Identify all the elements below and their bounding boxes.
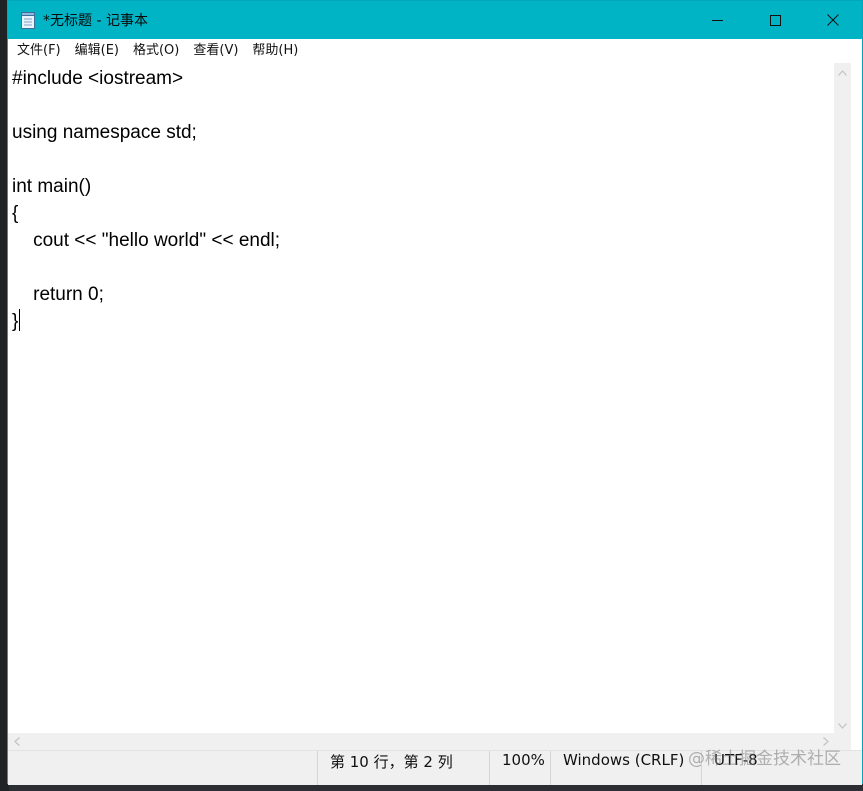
code-line: int main() [12,176,92,197]
menu-help[interactable]: 帮助(H) [245,39,305,63]
menu-file[interactable]: 文件(F) [10,39,68,63]
chevron-left-icon [13,733,20,751]
window-title: *无标题 - 记事本 [43,13,148,29]
status-cursor-position: 第 10 行，第 2 列 [317,751,489,785]
text-editor[interactable]: #include <iostream> using namespace std;… [8,63,834,733]
menu-bar: 文件(F) 编辑(E) 格式(O) 查看(V) 帮助(H) [8,39,862,63]
status-zoom: 100% [489,751,545,785]
chevron-down-icon [838,716,847,734]
maximize-button[interactable] [746,1,804,39]
close-icon [827,14,839,26]
scroll-up-button[interactable] [834,63,851,80]
code-line: { [12,203,19,224]
title-bar[interactable]: *无标题 - 记事本 [8,1,862,39]
status-line-ending: Windows (CRLF) [550,751,701,785]
code-line-text: } [12,311,19,332]
scroll-left-button[interactable] [8,733,25,750]
code-line: #include <iostream> [12,68,184,89]
code-line-last: } [12,308,834,335]
maximize-icon [769,14,781,26]
menu-format[interactable]: 格式(O) [126,39,186,63]
watermark: @稀土掘金技术社区 [688,749,841,769]
menu-edit[interactable]: 编辑(E) [68,39,126,63]
scroll-down-button[interactable] [834,716,851,733]
vertical-scrollbar[interactable] [834,63,851,733]
text-caret [19,309,21,331]
notepad-icon [20,11,36,29]
minimize-button[interactable] [688,1,746,39]
menu-view[interactable]: 查看(V) [186,39,245,63]
minimize-icon [711,15,723,26]
code-line: return 0; [12,284,104,305]
window-controls [688,1,862,39]
chevron-up-icon [838,63,847,81]
close-button[interactable] [804,1,862,39]
code-line: using namespace std; [12,122,197,143]
notepad-window: *无标题 - 记事本 文件(F) 编辑(E) 格式(O) 查看(V) 帮助(H)… [7,0,863,785]
code-line: cout << "hello world" << endl; [12,230,281,251]
